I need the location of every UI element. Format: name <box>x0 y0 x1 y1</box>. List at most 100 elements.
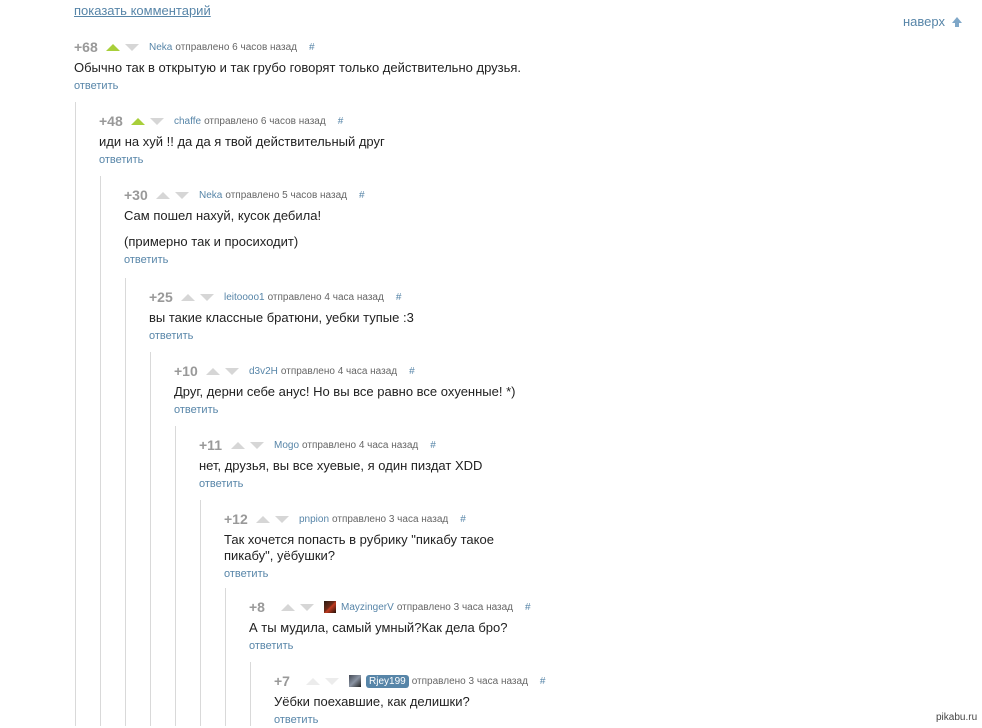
comment-author[interactable]: Rjey199 <box>366 674 409 688</box>
downvote-icon[interactable] <box>125 43 139 51</box>
comment-author[interactable]: MayzingerV <box>341 602 394 613</box>
comment-paragraph: Обычно так в открытую и так грубо говоря… <box>74 60 522 75</box>
comment-rating: +7 <box>274 673 290 689</box>
comment-permalink[interactable]: # <box>430 440 436 451</box>
comment-paragraph: нет, друзья, вы все хуевые, я один пизда… <box>199 458 483 473</box>
comment-text: нет, друзья, вы все хуевые, я один пизда… <box>199 458 482 474</box>
comment-paragraph: Друг, дерни себе анус! Но вы все равно в… <box>174 384 516 399</box>
comment-text: Уёбки поехавшие, как делишки? <box>274 694 545 710</box>
comment-time: отправлено 6 часов назад <box>175 41 297 53</box>
comment-paragraph: вы такие классные братюни, уебки тупые :… <box>149 310 414 325</box>
comment-paragraph: (примерно так и просиходит) <box>124 234 299 249</box>
avatar[interactable] <box>349 675 361 687</box>
comment-paragraph: А ты мудила, самый умный?Как дела бро? <box>249 620 508 635</box>
comment-rating: +68 <box>74 39 98 55</box>
upvote-icon[interactable] <box>206 367 220 375</box>
comment-time: отправлено 4 часа назад <box>280 365 398 377</box>
downvote-icon[interactable] <box>300 603 314 611</box>
comment-time: отправлено 6 часов назад <box>204 115 326 127</box>
comment-text: Так хочется попасть в рубрику "пикабу та… <box>224 532 504 564</box>
comment-permalink[interactable]: # <box>359 190 365 201</box>
thread-line <box>200 500 201 726</box>
comment: +25 leitoooo1 отправлено 4 часа назад # … <box>149 288 414 344</box>
comment-author[interactable]: leitoooo1 <box>224 292 265 303</box>
comment-meta: +12 pnpion отправлено 3 часа назад # <box>224 510 504 528</box>
upvote-icon[interactable] <box>306 677 320 685</box>
thread-line <box>75 102 76 726</box>
comment-paragraph: Так хочется попасть в рубрику "пикабу та… <box>224 532 494 563</box>
downvote-icon[interactable] <box>225 367 239 375</box>
reply-link[interactable]: ответить <box>249 640 293 652</box>
comment-time: отправлено 4 часа назад <box>267 291 384 303</box>
downvote-icon[interactable] <box>200 293 214 301</box>
comment-rating: +30 <box>124 187 148 203</box>
comment-permalink[interactable]: # <box>409 366 415 377</box>
comment-time: отправлено 3 часа назад <box>332 513 449 525</box>
reply-link[interactable]: ответить <box>74 80 118 92</box>
comment: +30 Neka отправлено 5 часов назад # Сам … <box>124 186 365 268</box>
comment: +8 MayzingerV отправлено 3 часа назад # … <box>249 598 531 654</box>
reply-link[interactable]: ответить <box>274 714 318 726</box>
reply-link[interactable]: ответить <box>199 478 243 490</box>
watermark: pikabu.ru <box>936 712 978 723</box>
thread-line <box>250 662 251 726</box>
comment-permalink[interactable]: # <box>338 116 344 127</box>
comment-author[interactable]: chaffe <box>174 116 201 127</box>
upvote-icon[interactable] <box>131 117 145 125</box>
comment-meta: +48 chaffe отправлено 6 часов назад # <box>99 112 385 130</box>
comment-time: отправлено 3 часа назад <box>411 675 528 687</box>
comment-meta: +8 MayzingerV отправлено 3 часа назад # <box>249 598 531 616</box>
comment-time: отправлено 4 часа назад <box>302 439 419 451</box>
comment-rating: +12 <box>224 511 248 527</box>
thread-line <box>125 278 126 726</box>
avatar[interactable] <box>324 601 336 613</box>
comment-permalink[interactable]: # <box>396 292 402 303</box>
upvote-icon[interactable] <box>231 441 245 449</box>
comment-meta: +68 Neka отправлено 6 часов назад # <box>74 38 521 56</box>
comment: +7 Rjey199 отправлено 3 часа назад # Уёб… <box>274 672 545 728</box>
comment-time: отправлено 5 часов назад <box>225 189 347 201</box>
thread-line <box>100 176 101 726</box>
thread-line <box>175 426 176 726</box>
comment-author[interactable]: pnpion <box>299 514 329 525</box>
comment-rating: +11 <box>199 437 222 453</box>
comment-meta: +25 leitoooo1 отправлено 4 часа назад # <box>149 288 414 306</box>
comment-rating: +48 <box>99 113 123 129</box>
comment-author[interactable]: Neka <box>199 190 222 201</box>
downvote-icon[interactable] <box>175 191 189 199</box>
comment-author[interactable]: Mogo <box>274 440 299 451</box>
comment-permalink[interactable]: # <box>525 602 531 613</box>
reply-link[interactable]: ответить <box>224 568 268 580</box>
comment-paragraph: Сам пошел нахуй, кусок дебила! <box>124 208 322 223</box>
comment-paragraph: Уёбки поехавшие, как делишки? <box>274 694 470 709</box>
reply-link[interactable]: ответить <box>124 254 168 266</box>
reply-link[interactable]: ответить <box>149 330 193 342</box>
downvote-icon[interactable] <box>275 515 289 523</box>
comment-meta: +7 Rjey199 отправлено 3 часа назад # <box>274 672 545 690</box>
downvote-icon[interactable] <box>325 677 339 685</box>
upvote-icon[interactable] <box>281 603 295 611</box>
comment-permalink[interactable]: # <box>540 676 546 687</box>
comment-permalink[interactable]: # <box>309 42 315 53</box>
comment-permalink[interactable]: # <box>460 514 466 525</box>
comment-text: иди на хуй !! да да я твой действительны… <box>99 134 385 150</box>
comment-text: вы такие классные братюни, уебки тупые :… <box>149 310 414 326</box>
downvote-icon[interactable] <box>250 441 264 449</box>
reply-link[interactable]: ответить <box>99 154 143 166</box>
comment-rating: +25 <box>149 289 173 305</box>
comment-author[interactable]: Neka <box>149 42 172 53</box>
comment-meta: +10 d3v2H отправлено 4 часа назад # <box>174 362 515 380</box>
upvote-icon[interactable] <box>181 293 195 301</box>
upvote-icon[interactable] <box>106 43 120 51</box>
upvote-icon[interactable] <box>256 515 270 523</box>
arrow-up-icon[interactable] <box>952 17 962 27</box>
downvote-icon[interactable] <box>150 117 164 125</box>
show-comment-link[interactable]: показать комментарий <box>74 3 211 18</box>
comment-text: А ты мудила, самый умный?Как дела бро? <box>249 620 531 636</box>
upvote-icon[interactable] <box>156 191 170 199</box>
to-top-link[interactable]: наверх <box>903 14 945 29</box>
comment-author[interactable]: d3v2H <box>249 366 278 377</box>
comment-text: Сам пошел нахуй, кусок дебила! (примерно… <box>124 208 365 250</box>
reply-link[interactable]: ответить <box>174 404 218 416</box>
comment: +10 d3v2H отправлено 4 часа назад # Друг… <box>174 362 515 418</box>
